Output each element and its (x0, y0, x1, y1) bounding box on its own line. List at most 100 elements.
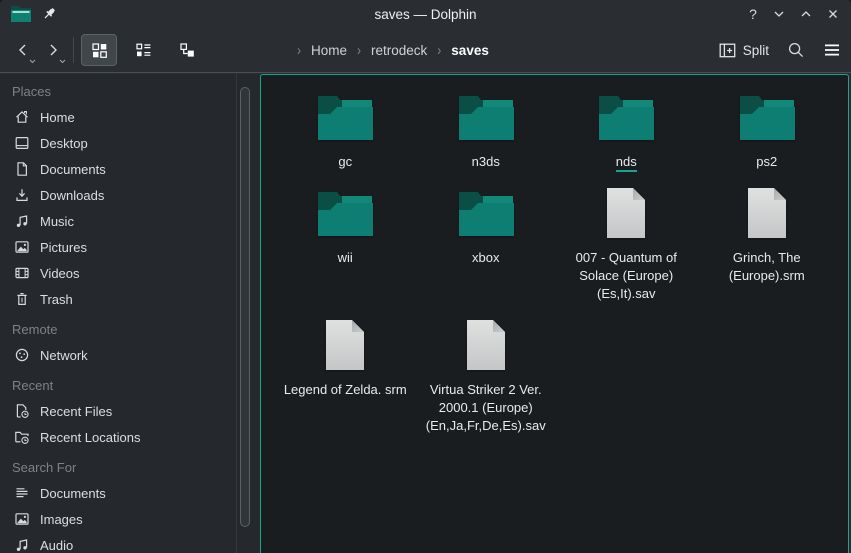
breadcrumb-item-home[interactable]: Home (307, 41, 351, 60)
breadcrumb-separator: › (357, 41, 361, 59)
sidebar-item-audio[interactable]: Audio (0, 532, 260, 553)
view-mode-group (81, 34, 205, 66)
item-label: nds (616, 153, 637, 171)
sidebar-item-images[interactable]: Images (0, 506, 260, 532)
sidebar-item-desktop[interactable]: Desktop (0, 130, 260, 156)
close-icon (825, 6, 841, 22)
sidebar-item-videos[interactable]: Videos (0, 260, 260, 286)
item-label: Legend of Zelda. srm (284, 381, 407, 399)
sidebar-item-recent-locations[interactable]: Recent Locations (0, 424, 260, 450)
pin-icon[interactable] (41, 6, 57, 22)
document-icon (14, 161, 30, 177)
split-button[interactable]: Split (719, 43, 769, 58)
places-panel: PlacesHomeDesktopDocumentsDownloadsMusic… (0, 74, 260, 553)
close-button[interactable] (825, 6, 841, 22)
sidebar-item-label: Network (40, 348, 88, 363)
tree-view-button[interactable] (169, 34, 205, 66)
folder-item-nds[interactable]: nds (556, 89, 697, 171)
folder-icon (317, 89, 373, 145)
music-icon (14, 213, 30, 229)
menu-button[interactable] (823, 42, 841, 58)
sidebar-sections: PlacesHomeDesktopDocumentsDownloadsMusic… (0, 74, 260, 553)
file-icon (466, 317, 506, 373)
search-icon (787, 41, 805, 59)
file-row: Legend of Zelda. srm Virtua Striker 2 Ver… (275, 317, 556, 435)
sidebar-item-downloads[interactable]: Downloads (0, 182, 260, 208)
search-button[interactable] (787, 41, 805, 59)
file-item-virtua[interactable]: Virtua Striker 2 Ver. 2000.1 (Europe) (E… (416, 317, 557, 435)
icons-view-icon (91, 42, 108, 59)
home-icon (14, 109, 30, 125)
breadcrumb-item-retrodeck[interactable]: retrodeck (367, 41, 431, 60)
breadcrumb-separator: › (437, 41, 441, 59)
file-icon (325, 317, 365, 373)
folder-item-gc[interactable]: gc (275, 89, 416, 171)
sidebar-item-label: Downloads (40, 188, 104, 203)
sidebar-item-recent-files[interactable]: Recent Files (0, 398, 260, 424)
tree-view-icon (179, 42, 196, 59)
titlebar: saves — Dolphin ? (0, 0, 851, 28)
network-icon (14, 347, 30, 363)
sidebar-item-label: Music (40, 214, 74, 229)
folder-view[interactable]: gcn3ds nds ps2 wii xbox 007 - Quantum of Sola… (260, 74, 849, 553)
item-label: xbox (472, 249, 499, 267)
file-row: gcn3ds nds ps2 (275, 89, 837, 171)
folder-icon (598, 89, 654, 145)
trash-icon (14, 291, 30, 307)
back-button[interactable] (10, 35, 36, 65)
breadcrumb-separator: › (297, 41, 301, 59)
panel-separator (236, 74, 237, 553)
breadcrumb: › Home › retrodeck › saves (297, 41, 493, 60)
item-label: ps2 (756, 153, 777, 171)
item-label: Virtua Striker 2 Ver. 2000.1 (Europe) (E… (420, 381, 552, 435)
item-label: wii (338, 249, 353, 267)
file-item-grinch,[interactable]: Grinch, The (Europe).srm (697, 185, 838, 303)
sidebar-item-label: Audio (40, 538, 73, 553)
sidebar-item-label: Documents (40, 486, 106, 501)
details-view-button[interactable] (125, 34, 161, 66)
folder-item-wii[interactable]: wii (275, 185, 416, 303)
sidebar-item-label: Recent Files (40, 404, 112, 419)
toolbar: › Home › retrodeck › saves Split (0, 28, 851, 73)
file-item-legend[interactable]: Legend of Zelda. srm (275, 317, 416, 435)
sidebar-item-label: Images (40, 512, 83, 527)
sidebar-item-home[interactable]: Home (0, 104, 260, 130)
icons-view-button[interactable] (81, 34, 117, 66)
maximize-button[interactable] (798, 6, 814, 22)
sidebar-item-pictures[interactable]: Pictures (0, 234, 260, 260)
minimize-button[interactable] (771, 6, 787, 22)
sidebar-item-label: Recent Locations (40, 430, 140, 445)
back-icon (15, 42, 31, 58)
recent-folder-icon (14, 429, 30, 445)
sidebar-item-trash[interactable]: Trash (0, 286, 260, 312)
breadcrumb-item-saves[interactable]: saves (447, 41, 493, 60)
folder-item-ps2[interactable]: ps2 (697, 89, 838, 171)
section-header-recent: Recent (0, 372, 260, 398)
sidebar-scrollbar[interactable] (240, 87, 250, 527)
sidebar-item-documents[interactable]: Documents (0, 156, 260, 182)
folder-item-xbox[interactable]: xbox (416, 185, 557, 303)
details-view-icon (135, 42, 152, 59)
chevron-up-icon (798, 6, 814, 22)
sidebar-item-network[interactable]: Network (0, 342, 260, 368)
file-item-007[interactable]: 007 - Quantum of Solace (Europe) (Es,It)… (556, 185, 697, 303)
sidebar-item-documents[interactable]: Documents (0, 480, 260, 506)
sidebar-item-label: Trash (40, 292, 73, 307)
hamburger-icon (823, 42, 841, 58)
item-label: 007 - Quantum of Solace (Europe) (Es,It)… (560, 249, 692, 303)
sidebar-item-label: Desktop (40, 136, 88, 151)
folder-item-n3ds[interactable]: n3ds (416, 89, 557, 171)
help-button[interactable]: ? (746, 6, 760, 22)
music-icon (14, 537, 30, 553)
forward-button[interactable] (40, 35, 66, 65)
lines-icon (14, 485, 30, 501)
file-icon (747, 185, 787, 241)
split-button-label: Split (743, 43, 769, 58)
section-header-remote: Remote (0, 316, 260, 342)
chevron-down-icon (29, 59, 36, 64)
folder-icon (317, 185, 373, 241)
desktop-icon (14, 135, 30, 151)
folder-icon (10, 5, 32, 23)
sidebar-item-music[interactable]: Music (0, 208, 260, 234)
sidebar-item-label: Videos (40, 266, 80, 281)
